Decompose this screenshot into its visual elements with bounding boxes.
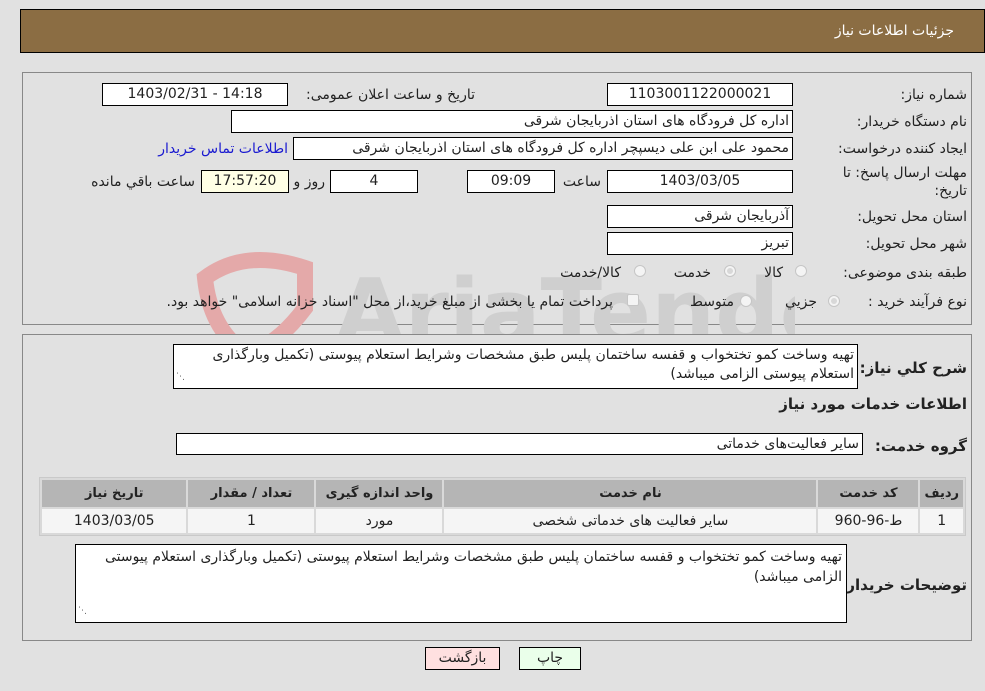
- cell-need-date: 1403/03/05: [42, 509, 187, 533]
- purchase-type-radio-minor[interactable]: [828, 295, 840, 307]
- need-number-field: 1103001122000021: [607, 83, 793, 106]
- need-number-label: شماره نیاز:: [900, 87, 968, 103]
- cell-quantity: 1: [188, 509, 315, 533]
- buyer-notes-textarea[interactable]: تهیه وساخت کمو تختخواب و قفسه ساختمان پل…: [75, 544, 847, 623]
- remaining-time-label: ساعت باقي مانده: [91, 174, 195, 190]
- description-text: تهیه وساخت کمو تختخواب و قفسه ساختمان پل…: [212, 347, 854, 382]
- col-header-quantity: تعداد / مقدار: [188, 480, 315, 507]
- days-remaining-field: 4: [330, 170, 418, 193]
- resize-grip-icon[interactable]: ⋰: [78, 601, 87, 621]
- announce-date-label: تاریخ و ساعت اعلان عمومی:: [306, 87, 475, 103]
- description-label: شرح کلي نیاز:: [859, 359, 967, 377]
- deadline-date-field: 1403/03/05: [607, 170, 793, 193]
- city-label: شهر محل تحویل:: [865, 236, 967, 252]
- col-header-service-name: نام خدمت: [444, 480, 817, 507]
- treasury-note: پرداخت تمام یا بخشی از مبلغ خرید،از محل …: [166, 294, 613, 310]
- treasury-checkbox[interactable]: [627, 294, 639, 306]
- description-textarea[interactable]: تهیه وساخت کمو تختخواب و قفسه ساختمان پل…: [173, 344, 858, 389]
- page-header: جزئیات اطلاعات نیاز: [20, 9, 985, 53]
- resize-grip-icon[interactable]: ⋰: [176, 368, 185, 387]
- category-option-goods-service: کالا/خدمت: [560, 265, 621, 281]
- buyer-notes-label: توضیحات خریدار:: [840, 576, 967, 594]
- purchase-type-option-medium: متوسط: [690, 294, 734, 310]
- purchase-type-radio-medium[interactable]: [740, 295, 752, 307]
- buyer-notes-text: تهیه وساخت کمو تختخواب و قفسه ساختمان پل…: [104, 549, 842, 585]
- col-header-service-code: کد خدمت: [818, 480, 919, 507]
- category-radio-service[interactable]: [724, 265, 736, 277]
- col-header-need-date: تاریخ نیاز: [42, 480, 187, 507]
- services-table: ردیف کد خدمت نام خدمت واحد اندازه گیری ت…: [39, 477, 966, 536]
- cell-service-code: ط-96-960: [818, 509, 919, 533]
- category-radio-goods-service[interactable]: [634, 265, 646, 277]
- back-button[interactable]: بازگشت: [425, 647, 500, 670]
- service-group-label: گروه خدمت:: [874, 437, 967, 455]
- deadline-time-label: ساعت: [562, 174, 601, 190]
- table-row: 1 ط-96-960 سایر فعالیت های خدماتی شخصی م…: [42, 509, 963, 533]
- deadline-time-field: 09:09: [467, 170, 555, 193]
- services-section-title: اطلاعات خدمات مورد نیاز: [779, 395, 967, 413]
- buyer-org-label: نام دستگاه خریدار:: [856, 114, 967, 130]
- creator-label: ایجاد کننده درخواست:: [838, 141, 967, 157]
- deadline-label: مهلت ارسال پاسخ: تا: [842, 165, 967, 181]
- purchase-type-option-minor: جزیي: [785, 294, 817, 310]
- col-header-row-number: ردیف: [920, 480, 963, 507]
- province-field: آذربایجان شرقی: [607, 205, 793, 228]
- remaining-time-field: 17:57:20: [201, 170, 289, 193]
- announce-date-field: 1403/02/31 - 14:18: [102, 83, 288, 106]
- province-label: استان محل تحویل:: [857, 209, 967, 225]
- page-title: جزئیات اطلاعات نیاز: [834, 23, 954, 39]
- print-button[interactable]: چاپ: [519, 647, 581, 670]
- buyer-contact-link[interactable]: اطلاعات تماس خریدار: [158, 141, 288, 157]
- cell-unit: مورد: [316, 509, 443, 533]
- city-field: تبریز: [607, 232, 793, 255]
- buyer-org-field: اداره کل فرودگاه های استان اذربایجان شرق…: [231, 110, 793, 133]
- creator-field: محمود علی ابن علی دیسپچر اداره کل فرودگا…: [293, 137, 793, 160]
- category-option-service: خدمت: [673, 265, 711, 281]
- category-radio-goods[interactable]: [795, 265, 807, 277]
- deadline-label-2: تاریخ:: [934, 183, 967, 199]
- table-header-row: ردیف کد خدمت نام خدمت واحد اندازه گیری ت…: [42, 480, 963, 507]
- cell-service-name: سایر فعالیت های خدماتی شخصی: [444, 509, 817, 533]
- purchase-type-label: نوع فرآیند خرید :: [868, 294, 967, 310]
- days-label: روز و: [293, 174, 326, 190]
- service-group-field: سایر فعالیت‌های خدماتی: [176, 433, 863, 455]
- cell-row-number: 1: [920, 509, 963, 533]
- category-label: طبقه بندی موضوعی:: [843, 265, 967, 281]
- category-option-goods: کالا: [764, 265, 783, 281]
- col-header-unit: واحد اندازه گیری: [316, 480, 443, 507]
